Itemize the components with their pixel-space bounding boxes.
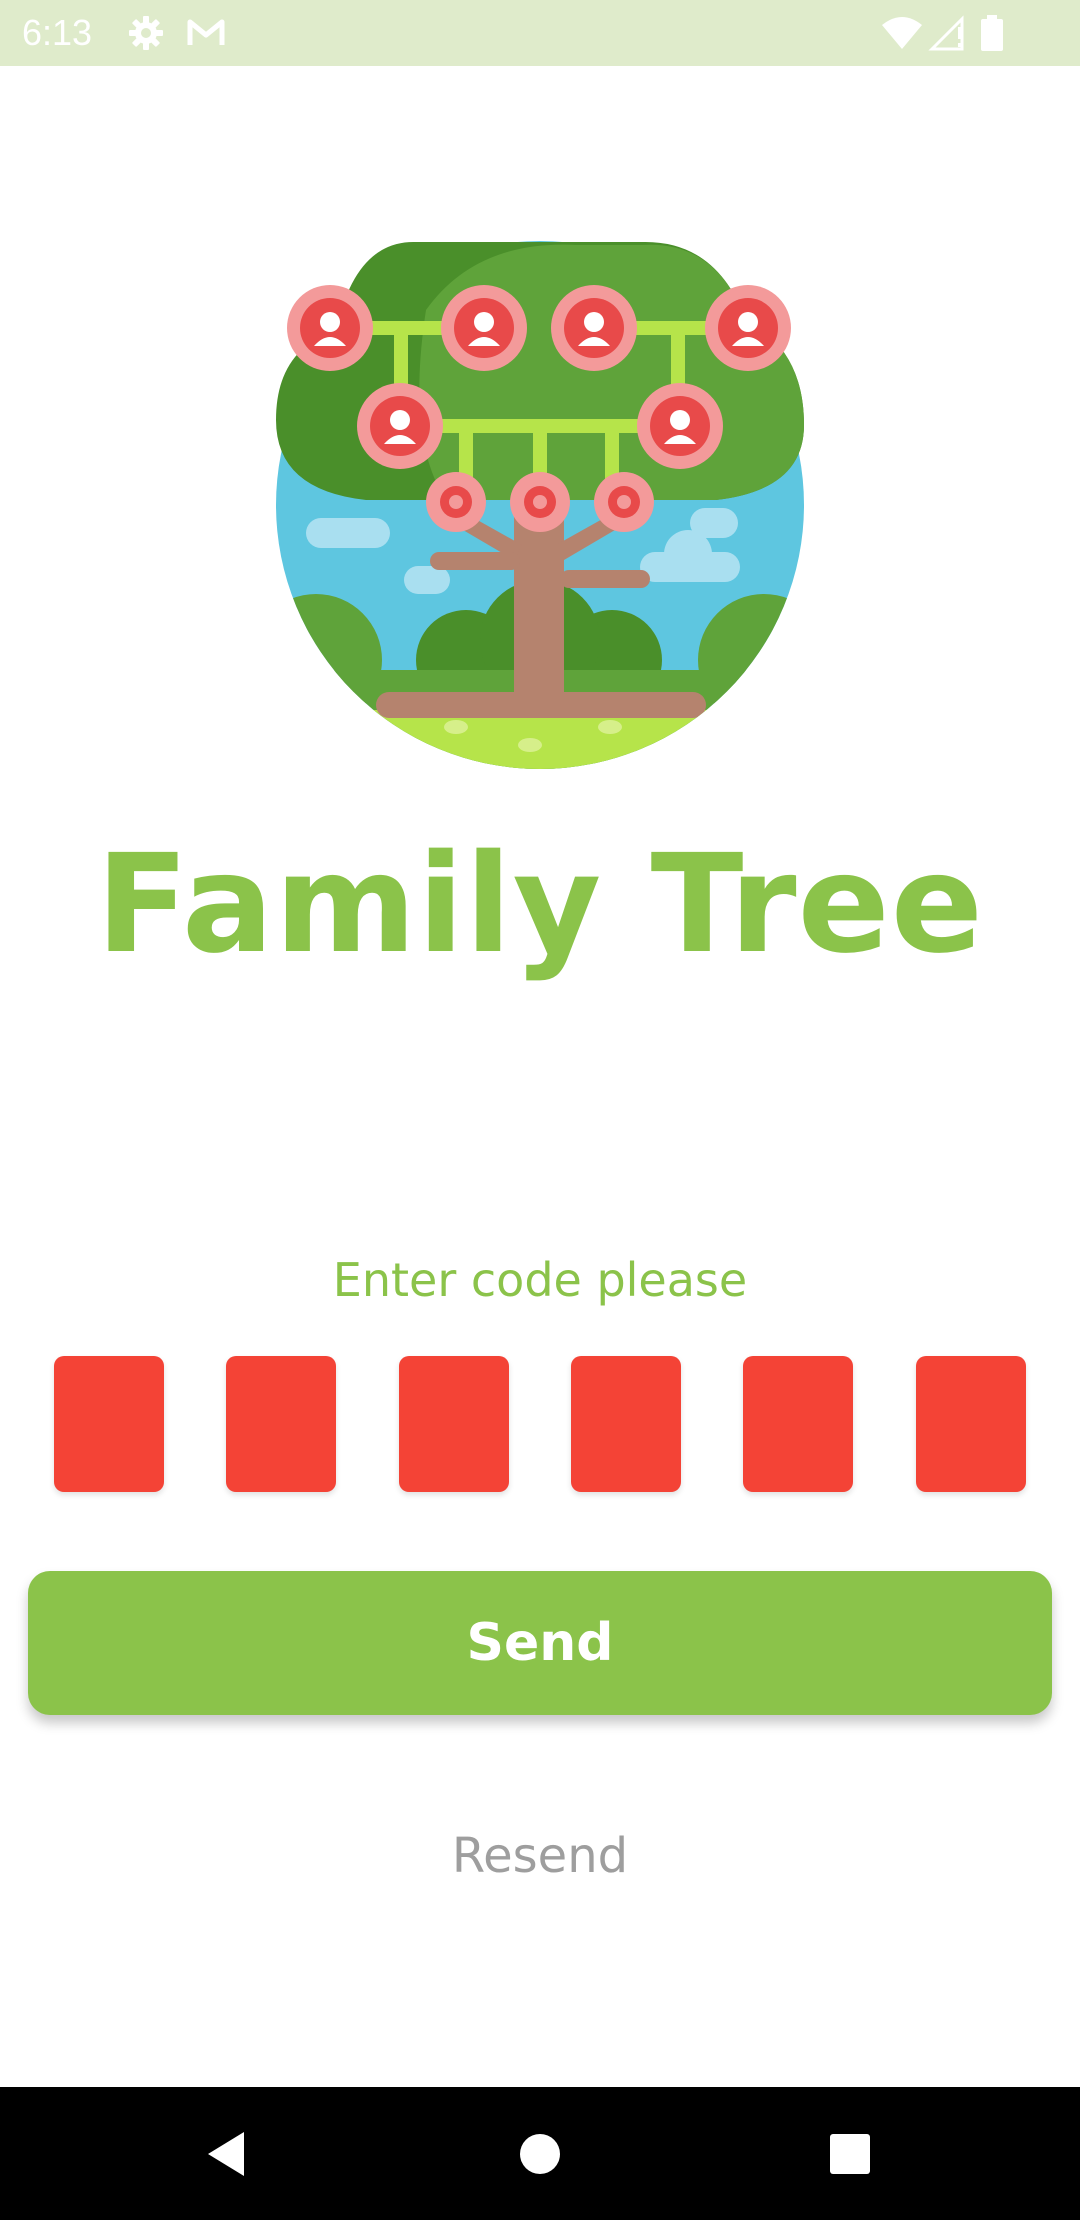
send-button[interactable]: Send	[28, 1571, 1052, 1715]
wifi-icon	[880, 13, 924, 53]
code-digit-3[interactable]	[399, 1356, 509, 1492]
recents-icon[interactable]	[790, 2087, 910, 2220]
enter-code-prompt: Enter code please	[332, 1253, 748, 1307]
back-icon[interactable]	[166, 2087, 286, 2220]
status-time: 6:13	[22, 12, 93, 53]
code-digit-6[interactable]	[916, 1356, 1026, 1492]
status-bar: 6:13	[0, 0, 1080, 66]
home-icon[interactable]	[480, 2087, 600, 2220]
settings-icon	[126, 13, 166, 53]
family-tree-logo	[276, 240, 804, 770]
battery-icon	[978, 13, 1006, 53]
verification-screen: 6:13 Family Tree Enter code please Send …	[0, 0, 1080, 2220]
navigation-bar	[0, 2087, 1080, 2220]
code-digit-5[interactable]	[743, 1356, 853, 1492]
code-digit-2[interactable]	[226, 1356, 336, 1492]
code-digit-4[interactable]	[571, 1356, 681, 1492]
code-digit-1[interactable]	[54, 1356, 164, 1492]
app-title: Family Tree	[95, 826, 985, 984]
gmail-icon	[186, 13, 226, 53]
resend-link[interactable]: Resend	[0, 1826, 1080, 1886]
signal-icon	[928, 13, 968, 53]
send-button-label: Send	[466, 1613, 614, 1673]
